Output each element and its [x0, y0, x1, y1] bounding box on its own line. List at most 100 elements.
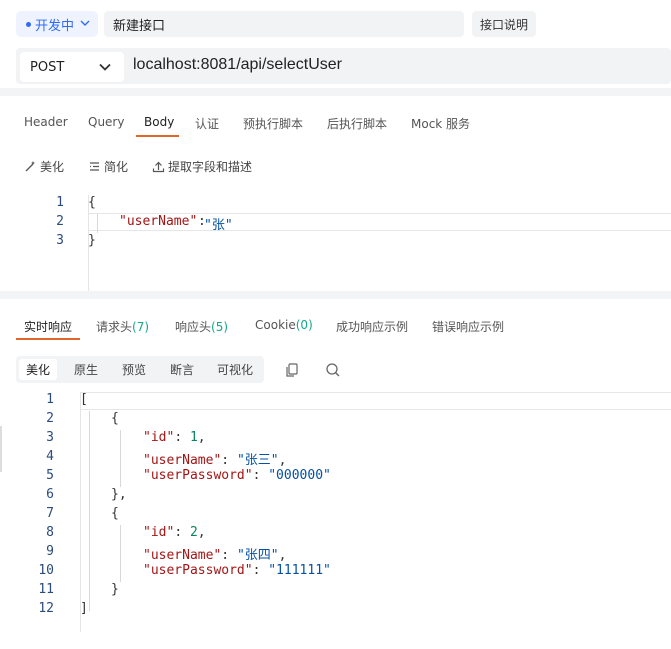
view-mode-beautify[interactable]: 美化 — [19, 359, 57, 380]
code-content: [ — [80, 392, 88, 407]
code-content: ] — [80, 601, 88, 616]
response-tabs: 实时响应 请求头(7) 响应头(5) Cookie(0) 成功响应示例 错误响应… — [0, 318, 671, 344]
view-mode-preview[interactable]: 预览 — [112, 359, 156, 380]
tab-post-script[interactable]: 后执行脚本 — [327, 115, 387, 132]
tab-success-example[interactable]: 成功响应示例 — [336, 318, 408, 335]
code-line: 12] — [0, 601, 671, 620]
count-badge: (7) — [132, 320, 150, 334]
code-content: } — [111, 582, 119, 597]
method-select[interactable]: POST — [20, 52, 124, 82]
code-token: [ — [80, 392, 88, 407]
code-token: , — [278, 548, 287, 563]
code-content: "userPassword": "111111" — [143, 563, 331, 578]
code-token: { — [88, 195, 96, 210]
line-number: 9 — [46, 544, 54, 559]
chevron-down-icon — [99, 63, 111, 71]
code-content: "userPassword": "000000" — [143, 468, 331, 483]
url-input[interactable]: localhost:8081/api/selectUser — [133, 56, 342, 74]
code-token: { — [111, 506, 119, 521]
tab-label: 响应头 — [175, 320, 212, 334]
tab-request-headers[interactable]: 请求头(7) — [96, 318, 149, 335]
json-key: "id" — [143, 525, 175, 540]
tab-mock-service[interactable]: Mock 服务 — [411, 115, 470, 132]
json-key: "id" — [143, 430, 175, 445]
list-icon — [90, 162, 99, 171]
json-string: "张" — [204, 218, 233, 233]
extract-fields-button[interactable]: 提取字段和描述 — [152, 158, 252, 175]
view-mode-visualize[interactable]: 可视化 — [210, 359, 260, 380]
code-content: { — [111, 411, 119, 426]
json-string: "张三" — [236, 453, 279, 468]
code-token: : — [174, 525, 190, 540]
request-body-editor[interactable]: 1 { 2 "userName" : "张" 3 } — [0, 195, 671, 291]
status-dot-icon — [26, 21, 31, 27]
code-line: 2{ — [0, 411, 671, 430]
code-content: "userName": "张三", — [143, 449, 286, 468]
tab-response-headers[interactable]: 响应头(5) — [175, 318, 228, 335]
tab-query[interactable]: Query — [88, 115, 124, 129]
code-line: 6}, — [0, 487, 671, 506]
code-line: 10 "userPassword": "111111" — [0, 563, 671, 582]
simplify-button[interactable]: 简化 — [88, 158, 128, 175]
code-token: { — [111, 411, 119, 426]
request-tabs: Header Query Body 认证 预执行脚本 后执行脚本 Mock 服务 — [0, 115, 671, 141]
count-value: 7 — [136, 320, 145, 334]
api-doc-button[interactable]: 接口说明 — [472, 11, 536, 37]
search-icon[interactable] — [325, 362, 341, 378]
code-token: , — [197, 430, 206, 445]
line-number: 2 — [46, 411, 54, 426]
line-number: 8 — [46, 525, 54, 540]
view-mode-raw[interactable]: 原生 — [64, 359, 108, 380]
code-line: 1[ — [0, 392, 671, 411]
code-content: "userName": "张四", — [143, 544, 286, 563]
line-number: 6 — [46, 487, 54, 502]
tab-pre-script[interactable]: 预执行脚本 — [243, 115, 303, 132]
count-badge: (5) — [211, 320, 229, 334]
count-badge: (0) — [295, 318, 313, 332]
line-number: 1 — [46, 392, 54, 407]
json-string: "000000" — [268, 468, 331, 483]
line-number: 2 — [56, 214, 64, 229]
tab-active-indicator — [16, 338, 80, 340]
line-number: 3 — [56, 233, 64, 248]
code-line: 5 "userPassword": "000000" — [0, 468, 671, 487]
tab-error-example[interactable]: 错误响应示例 — [432, 318, 504, 335]
tab-realtime-response[interactable]: 实时响应 — [24, 318, 72, 335]
upload-icon — [152, 161, 165, 173]
simplify-label: 简化 — [104, 160, 129, 174]
environment-label: 开发中 — [35, 18, 75, 34]
copy-icon[interactable] — [284, 362, 300, 378]
magic-wand-icon — [25, 161, 35, 172]
tab-cookie[interactable]: Cookie(0) — [255, 318, 313, 332]
line-number: 5 — [46, 468, 54, 483]
tab-header[interactable]: Header — [24, 115, 68, 129]
response-body-viewer[interactable]: 1[2{3 "id": 1, 4 "userName": "张三", 5 "userPas… — [0, 392, 671, 632]
view-mode-assertion[interactable]: 断言 — [160, 359, 204, 380]
api-name-value: 新建接口 — [113, 18, 166, 34]
count-value: 0 — [300, 318, 309, 332]
code-token: : — [174, 430, 190, 445]
code-content: "id": 1, — [143, 430, 206, 445]
line-number: 11 — [38, 582, 54, 597]
code-line: 9 "userName": "张四", — [0, 544, 671, 563]
code-content: { — [111, 506, 119, 521]
code-token: : — [252, 468, 269, 483]
json-number: 1 — [189, 430, 198, 445]
extract-fields-label: 提取字段和描述 — [168, 160, 253, 174]
line-number: 10 — [38, 563, 54, 578]
code-line: 3 "id": 1, — [0, 430, 671, 449]
beautify-button[interactable]: 美化 — [24, 158, 64, 175]
json-number: 2 — [189, 525, 198, 540]
line-number: 12 — [38, 601, 54, 616]
environment-selector[interactable]: 开发中 — [16, 11, 98, 37]
tab-auth[interactable]: 认证 — [195, 115, 219, 132]
code-token: , — [197, 525, 206, 540]
json-key: "userPassword" — [143, 468, 253, 483]
api-name-input[interactable]: 新建接口 — [104, 11, 464, 37]
tab-body[interactable]: Body — [144, 115, 174, 129]
section-divider — [0, 291, 671, 299]
line-number: 1 — [56, 195, 64, 210]
view-mode-selector: 美化 原生 预览 断言 可视化 — [16, 356, 264, 383]
code-token: , — [278, 453, 287, 468]
code-token: }, — [111, 487, 127, 502]
